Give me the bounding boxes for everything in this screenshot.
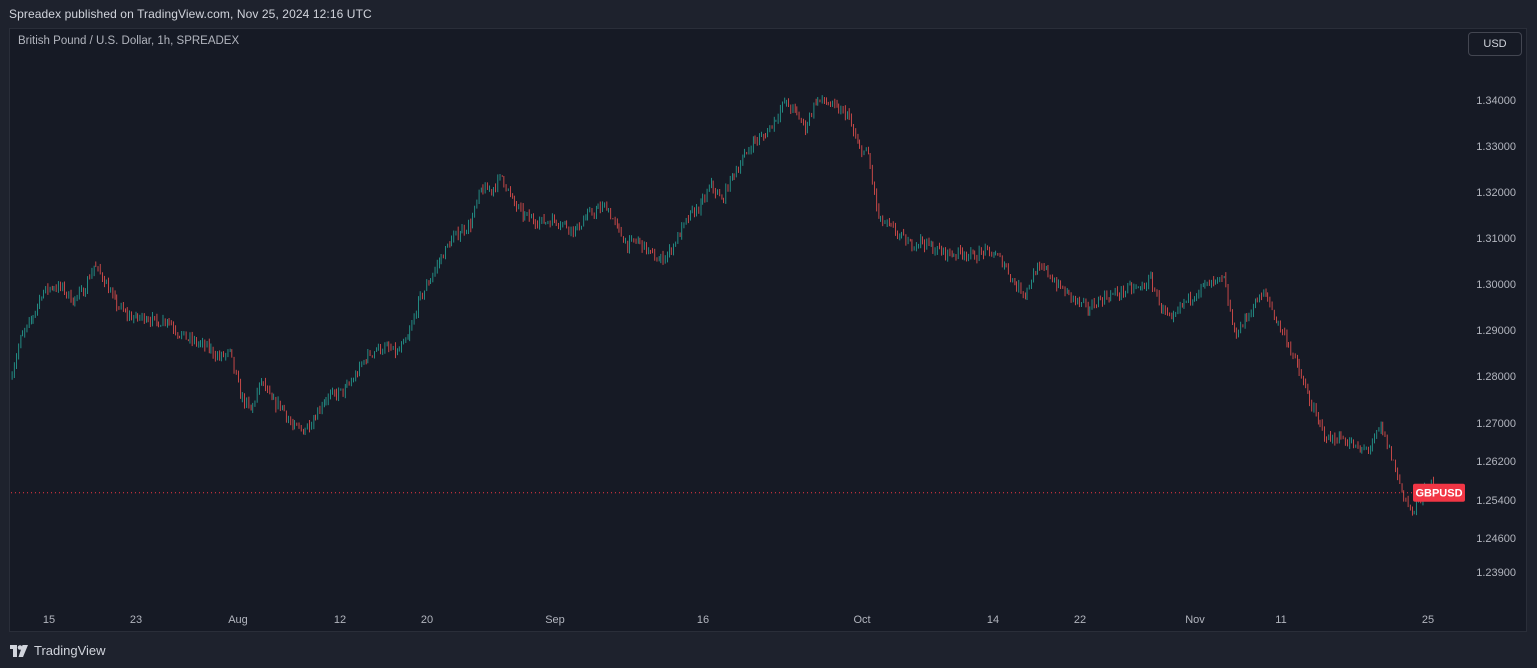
- price-axis-label: 1.24600: [1476, 533, 1516, 545]
- price-axis-label: 1.25400: [1476, 495, 1516, 507]
- bottom-bar: [0, 632, 1537, 668]
- last-price-tag-label: GBPUSD: [1415, 488, 1462, 500]
- price-axis-label: 1.33000: [1476, 141, 1516, 153]
- price-axis-label: 1.31000: [1476, 233, 1516, 245]
- price-axis-label: 1.29000: [1476, 325, 1516, 337]
- price-axis-label: 1.34000: [1476, 95, 1516, 107]
- time-axis-label: 22: [1074, 614, 1086, 626]
- brand-name: TradingView: [34, 643, 106, 658]
- time-axis-label: Nov: [1185, 614, 1205, 626]
- tradingview-icon: [10, 644, 28, 657]
- time-axis-label: Aug: [228, 614, 248, 626]
- time-axis-label: 20: [421, 614, 433, 626]
- time-axis-label: 25: [1422, 614, 1434, 626]
- price-axis-label: 1.32000: [1476, 187, 1516, 199]
- time-axis-label: 16: [697, 614, 709, 626]
- tradingview-logo[interactable]: TradingView: [10, 643, 106, 658]
- price-chart[interactable]: 1.34000 1.33000 1.32000 1.31000 1.30000 1.290…: [0, 0, 1537, 668]
- price-axis-label: 1.28000: [1476, 371, 1516, 383]
- time-axis-label: 11: [1275, 614, 1286, 626]
- time-axis-label: 12: [334, 614, 346, 626]
- price-axis-label: 1.27000: [1476, 418, 1516, 430]
- price-axis-label: 1.23900: [1476, 567, 1516, 579]
- last-price-tag: GBPUSD: [1413, 483, 1465, 502]
- price-axis-label: 1.30000: [1476, 279, 1516, 291]
- time-axis-label: Oct: [853, 614, 870, 626]
- time-axis-label: Sep: [545, 614, 565, 626]
- currency-button[interactable]: USD: [1468, 32, 1522, 56]
- time-axis-label: 15: [43, 614, 55, 626]
- price-axis-label: 1.26200: [1476, 456, 1516, 468]
- time-axis-label: 14: [987, 614, 999, 626]
- symbol-title[interactable]: British Pound / U.S. Dollar, 1h, SPREADE…: [18, 35, 239, 47]
- time-axis-label: 23: [130, 614, 142, 626]
